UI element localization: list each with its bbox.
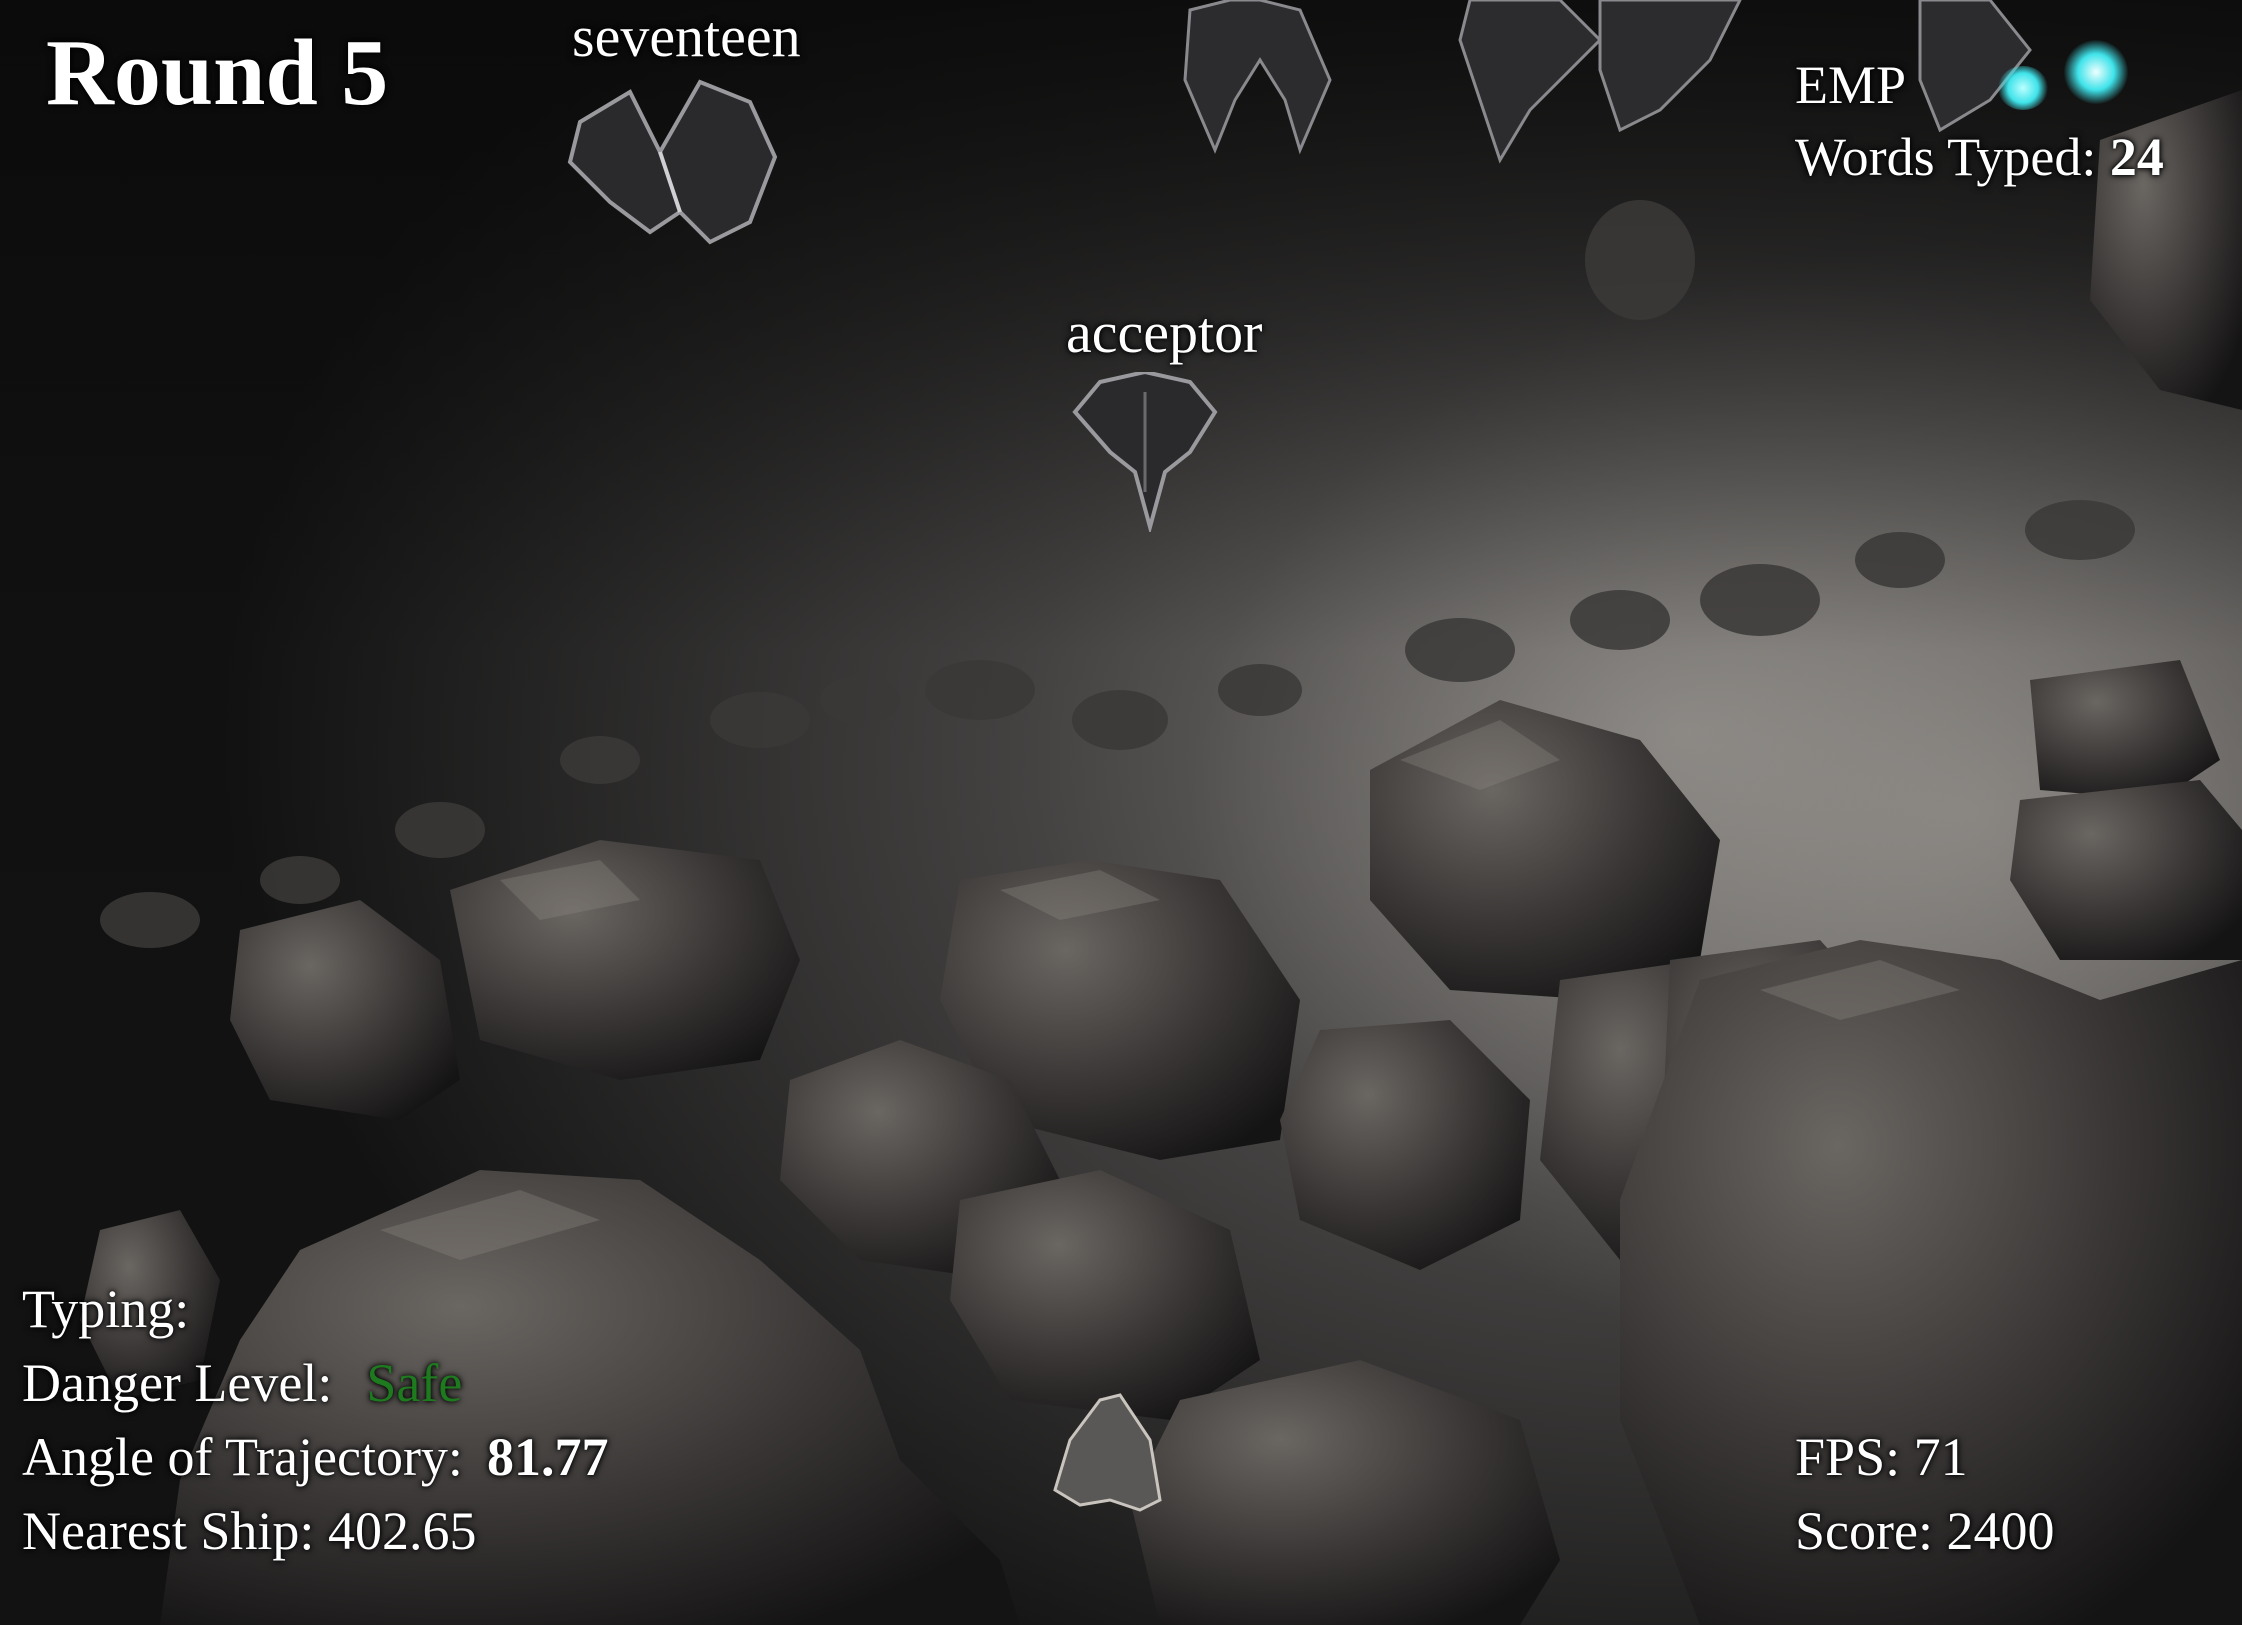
- emp-indicator: EMP: [1795, 58, 1906, 112]
- nearest-ship: Nearest Ship: 402.65: [22, 1504, 476, 1558]
- fps-label: FPS:: [1795, 1427, 1901, 1487]
- fps-value: 71: [1913, 1427, 1968, 1487]
- score-label: Score:: [1795, 1501, 1933, 1561]
- emp-charge-icon: [1998, 66, 2048, 110]
- danger-value: Safe: [366, 1353, 463, 1413]
- enemy-word-label: acceptor: [1066, 300, 1263, 365]
- nearest-label: Nearest Ship:: [22, 1501, 315, 1561]
- angle-value: 81.77: [486, 1427, 609, 1487]
- words-typed: Words Typed: 24: [1795, 130, 2164, 184]
- emp-label: EMP: [1795, 55, 1907, 115]
- danger-label: Danger Level:: [22, 1353, 333, 1413]
- score-value: 2400: [1946, 1501, 2055, 1561]
- danger-level: Danger Level: Safe: [22, 1356, 462, 1410]
- typing-label: Typing:: [22, 1279, 190, 1339]
- enemy-word-label: seventeen: [572, 4, 801, 69]
- round-indicator: Round 5: [46, 21, 389, 125]
- fps-counter: FPS: 71: [1795, 1430, 1968, 1484]
- enemy-ship-seventeen: [567, 79, 778, 245]
- angle-of-trajectory: Angle of Trajectory: 81.77: [22, 1430, 608, 1484]
- enemy-ship-acceptor: [1072, 372, 1218, 532]
- score: Score: 2400: [1795, 1504, 2054, 1558]
- words-typed-label: Words Typed:: [1795, 127, 2097, 187]
- typing-status: Typing:: [22, 1282, 189, 1336]
- nearest-value: 402.65: [327, 1501, 477, 1561]
- angle-label: Angle of Trajectory:: [22, 1427, 463, 1487]
- words-typed-value: 24: [2109, 127, 2164, 187]
- emp-charge-icon: [2064, 40, 2128, 104]
